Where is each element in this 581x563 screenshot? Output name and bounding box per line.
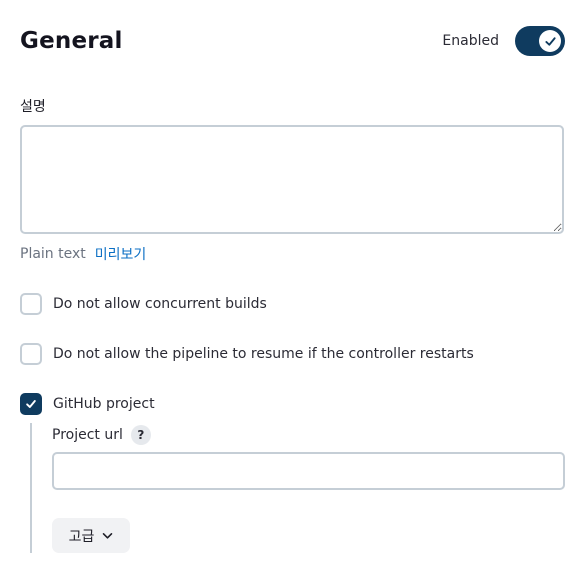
plain-text-label: Plain text	[20, 246, 86, 262]
enabled-label: Enabled	[442, 33, 499, 49]
advanced-button-label: 고급	[68, 528, 95, 545]
check-icon	[544, 36, 556, 46]
chevron-down-icon	[102, 532, 113, 540]
check-icon	[26, 400, 36, 408]
description-label: 설명	[20, 99, 46, 115]
preview-link[interactable]: 미리보기	[95, 244, 147, 264]
project-url-label: Project url	[52, 427, 123, 443]
toggle-knob	[539, 30, 561, 52]
option-github-project: GitHub project	[20, 393, 155, 415]
github-project-checkbox[interactable]	[20, 393, 42, 415]
description-format-line: Plain text 미리보기	[20, 244, 146, 264]
advanced-button[interactable]: 고급	[52, 518, 130, 553]
project-url-input[interactable]	[52, 452, 565, 490]
pipeline-resume-checkbox[interactable]	[20, 343, 42, 365]
pipeline-resume-label[interactable]: Do not allow the pipeline to resume if t…	[53, 346, 474, 362]
question-mark-icon[interactable]: ?	[130, 425, 151, 445]
option-concurrent-builds: Do not allow concurrent builds	[20, 293, 267, 315]
enabled-control: Enabled	[442, 26, 565, 56]
github-project-label[interactable]: GitHub project	[53, 396, 155, 412]
section-title: General	[20, 28, 123, 54]
option-pipeline-resume: Do not allow the pipeline to resume if t…	[20, 343, 474, 365]
enabled-toggle[interactable]	[515, 26, 565, 56]
concurrent-builds-label[interactable]: Do not allow concurrent builds	[53, 296, 267, 312]
nested-section-divider	[30, 423, 32, 553]
description-textarea[interactable]	[20, 125, 564, 234]
project-url-row: Project url ?	[52, 424, 151, 446]
concurrent-builds-checkbox[interactable]	[20, 293, 42, 315]
